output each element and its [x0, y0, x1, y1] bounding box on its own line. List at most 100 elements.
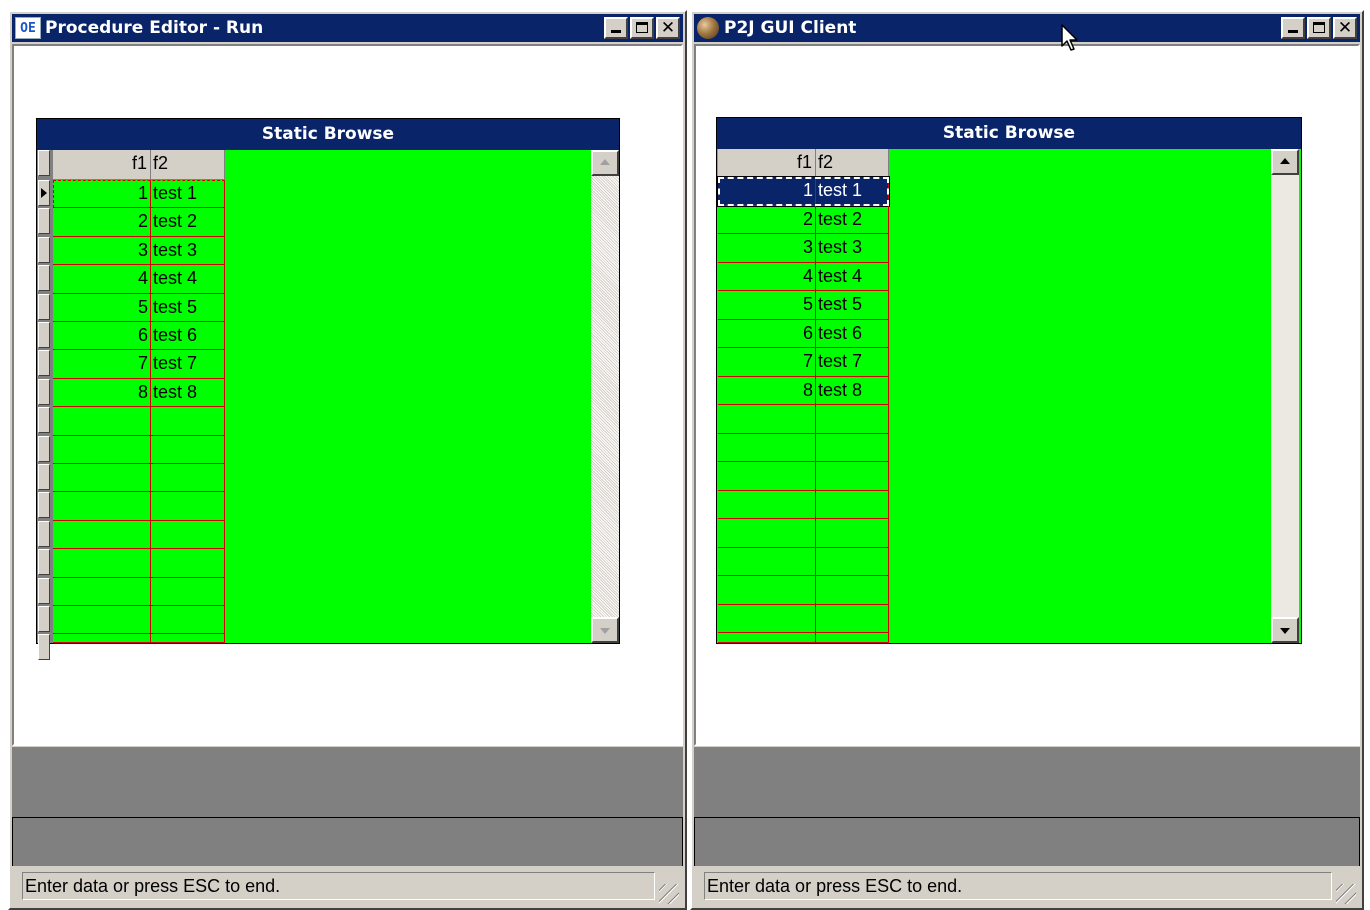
cell-f1[interactable]: 3	[718, 234, 816, 263]
empty-cell[interactable]	[151, 634, 225, 643]
globe-icon[interactable]	[697, 17, 719, 39]
scroll-up-button[interactable]	[1271, 149, 1299, 175]
close-button[interactable]: ✕	[656, 17, 680, 39]
cell-f1[interactable]: 7	[53, 350, 151, 379]
cell-f1[interactable]: 8	[718, 376, 816, 405]
empty-cell[interactable]	[816, 547, 889, 576]
cell-f2[interactable]: test 7	[816, 348, 889, 377]
cell-f2[interactable]: test 7	[151, 350, 225, 379]
empty-cell[interactable]	[718, 547, 816, 576]
close-button[interactable]: ✕	[1333, 17, 1357, 39]
minimize-button[interactable]	[604, 17, 628, 39]
column-header-f1[interactable]: f1	[718, 149, 816, 177]
cell-f2[interactable]: test 2	[816, 205, 889, 234]
row-indicator[interactable]	[38, 492, 50, 519]
empty-cell[interactable]	[718, 433, 816, 462]
column-header-f1[interactable]: f1	[53, 150, 151, 180]
row-indicator[interactable]	[38, 350, 50, 377]
cell-f1[interactable]: 5	[718, 291, 816, 320]
maximize-button[interactable]	[630, 17, 654, 39]
row-indicator[interactable]	[38, 322, 50, 348]
cell-f2[interactable]: test 6	[816, 319, 889, 348]
empty-cell[interactable]	[53, 520, 151, 550]
empty-cell[interactable]	[816, 576, 889, 605]
empty-cell[interactable]	[718, 519, 816, 548]
row-indicator[interactable]	[38, 549, 50, 576]
empty-cell[interactable]	[53, 606, 151, 635]
row-indicator[interactable]	[38, 208, 50, 235]
row-indicator[interactable]	[38, 520, 50, 547]
empty-cell[interactable]	[718, 490, 816, 519]
row-indicator[interactable]	[38, 236, 50, 263]
empty-cell[interactable]	[53, 492, 151, 521]
row-indicator[interactable]	[38, 407, 50, 434]
row-indicator[interactable]	[38, 606, 50, 632]
cell-f1[interactable]: 5	[53, 293, 151, 322]
empty-cell[interactable]	[151, 464, 225, 493]
empty-cell[interactable]	[816, 462, 889, 491]
empty-cell[interactable]	[53, 577, 151, 606]
vertical-scrollbar[interactable]	[1271, 149, 1299, 643]
cell-f1[interactable]: 6	[53, 322, 151, 351]
empty-cell[interactable]	[151, 492, 225, 521]
static-browse[interactable]: Static Browse f1 f2 1 test 1 2 test 2 3 test 34…	[716, 117, 1302, 644]
cell-f1[interactable]: 7	[718, 348, 816, 377]
empty-cell[interactable]	[53, 435, 151, 464]
maximize-button[interactable]	[1307, 17, 1331, 39]
cell-f1[interactable]: 4	[53, 265, 151, 294]
cell-f1[interactable]: 3	[53, 236, 151, 266]
static-browse[interactable]: Static Browse f1 f2 1 test 1 2 test 2 3 test 34…	[36, 118, 620, 661]
title-bar[interactable]: OE Procedure Editor - Run ✕	[12, 14, 683, 42]
empty-cell[interactable]	[151, 577, 225, 606]
empty-cell[interactable]	[53, 634, 151, 643]
cell-f2[interactable]: test 3	[816, 234, 889, 263]
row-indicator[interactable]	[38, 150, 50, 176]
cell-f1[interactable]: 2	[53, 208, 151, 237]
empty-cell[interactable]	[718, 576, 816, 605]
cell-f1[interactable]: 6	[718, 319, 816, 348]
title-bar[interactable]: P2J GUI Client ✕	[694, 14, 1360, 42]
vertical-scrollbar[interactable]	[591, 150, 619, 643]
empty-cell[interactable]	[718, 633, 816, 643]
empty-cell[interactable]	[53, 549, 151, 578]
empty-cell[interactable]	[151, 549, 225, 578]
row-indicator[interactable]	[38, 265, 50, 292]
empty-cell[interactable]	[151, 407, 225, 436]
row-indicator[interactable]	[38, 378, 50, 405]
empty-cell[interactable]	[816, 405, 889, 434]
row-indicator[interactable]	[38, 180, 50, 206]
empty-cell[interactable]	[816, 604, 889, 633]
cell-f2[interactable]: test 2	[151, 208, 225, 237]
empty-cell[interactable]	[53, 407, 151, 436]
row-indicator[interactable]	[38, 577, 50, 604]
cell-f2[interactable]: test 5	[151, 293, 225, 322]
column-header-f2[interactable]: f2	[816, 149, 889, 177]
row-indicator[interactable]	[38, 634, 50, 661]
scroll-down-button[interactable]	[1271, 617, 1299, 643]
size-grip-icon[interactable]	[659, 884, 679, 904]
cell-f1[interactable]: 4	[718, 262, 816, 291]
cell-f2[interactable]: test 8	[151, 378, 225, 408]
empty-cell[interactable]	[816, 490, 889, 519]
cell-f2[interactable]: test 8	[816, 376, 889, 405]
cell-f2[interactable]: test 6	[151, 322, 225, 351]
oe-logo-icon[interactable]: OE	[15, 17, 41, 39]
size-grip-icon[interactable]	[1336, 884, 1356, 904]
empty-cell[interactable]	[718, 604, 816, 633]
empty-cell[interactable]	[718, 462, 816, 491]
row-indicator[interactable]	[38, 464, 50, 490]
empty-cell[interactable]	[816, 433, 889, 462]
cell-f1[interactable]: 2	[718, 205, 816, 234]
cell-f2[interactable]: test 3	[151, 236, 225, 266]
empty-cell[interactable]	[718, 405, 816, 434]
row-indicator[interactable]	[38, 435, 50, 462]
empty-cell[interactable]	[816, 519, 889, 548]
empty-cell[interactable]	[151, 606, 225, 635]
empty-cell[interactable]	[151, 435, 225, 464]
cell-f2[interactable]: test 4	[816, 262, 889, 291]
scroll-up-button[interactable]	[591, 150, 619, 176]
empty-cell[interactable]	[53, 464, 151, 493]
row-indicator[interactable]	[38, 293, 50, 320]
column-header-f2[interactable]: f2	[151, 150, 225, 180]
cell-f2[interactable]: test 4	[151, 265, 225, 294]
